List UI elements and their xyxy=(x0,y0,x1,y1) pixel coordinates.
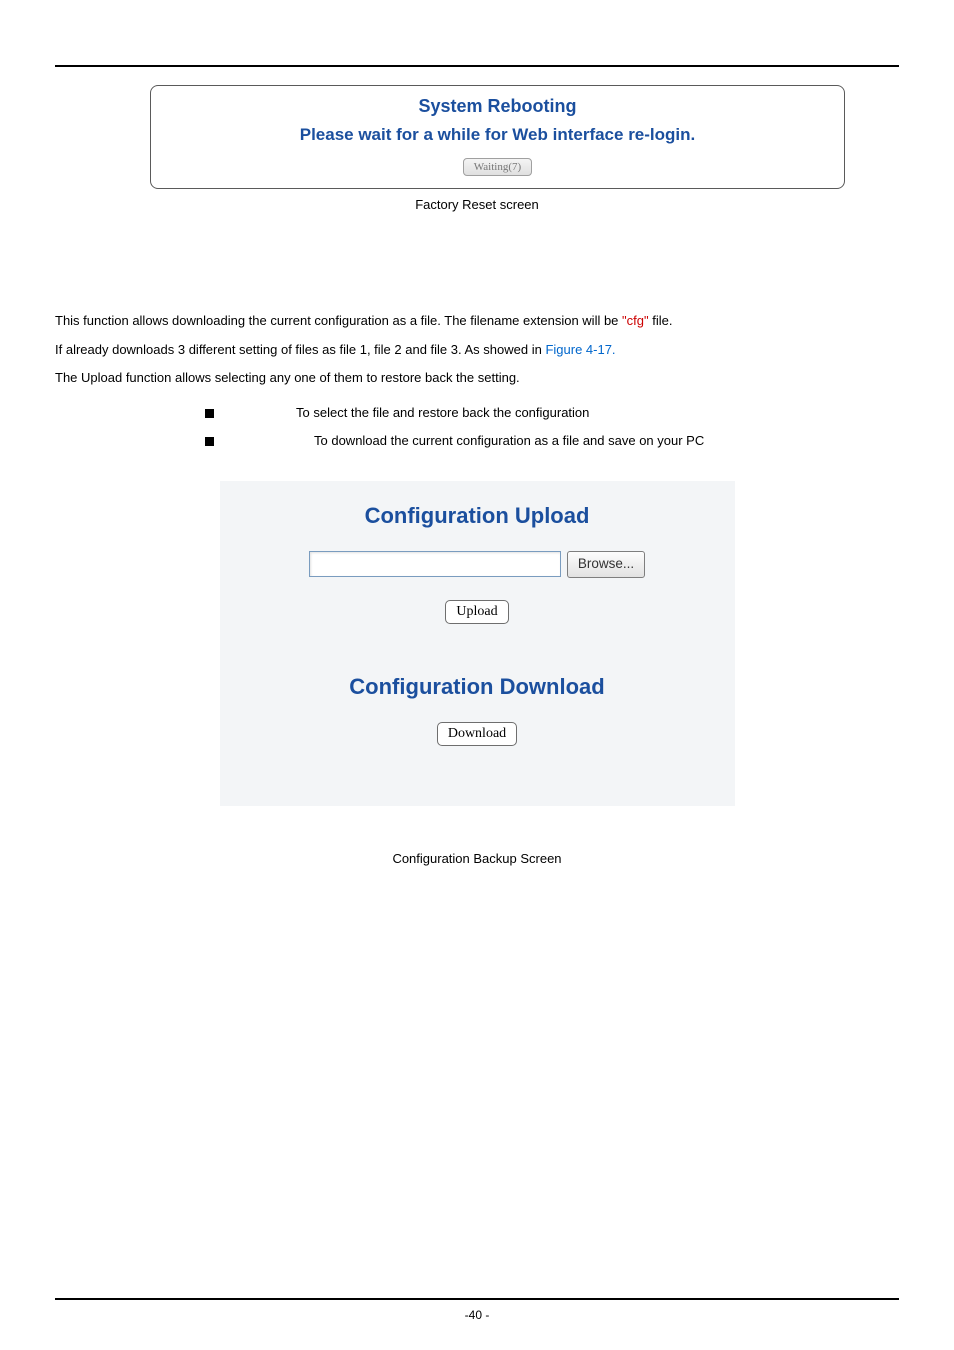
file-upload-row: Browse... xyxy=(250,551,705,578)
upload-button[interactable]: Upload xyxy=(445,600,508,624)
para-line-3: The Upload function allows selecting any… xyxy=(55,364,899,393)
body-paragraph: This function allows downloading the cur… xyxy=(55,307,899,393)
para-line1-b: file. xyxy=(649,313,673,328)
para-line1-a: This function allows downloading the cur… xyxy=(55,313,622,328)
reboot-subtitle: Please wait for a while for Web interfac… xyxy=(163,125,832,145)
bullet-2-text: To download the current configuration as… xyxy=(314,427,704,456)
para-line2-blue: Figure 4-17. xyxy=(545,342,615,357)
download-section: Configuration Download Download xyxy=(250,674,705,746)
para-line2-a: If already downloads 3 different setting… xyxy=(55,342,545,357)
caption-config-backup: Configuration Backup Screen xyxy=(55,851,899,866)
bullet-item-2: To download the current configuration as… xyxy=(205,427,899,456)
file-path-input[interactable] xyxy=(309,551,561,577)
para-line1-red: "cfg" xyxy=(622,313,649,328)
browse-button[interactable]: Browse... xyxy=(567,551,645,578)
square-bullet-icon xyxy=(205,409,214,418)
top-rule xyxy=(55,65,899,67)
footer-rule xyxy=(55,1298,899,1300)
configuration-box: Configuration Upload Browse... Upload Co… xyxy=(220,481,735,806)
para-line-1: This function allows downloading the cur… xyxy=(55,307,899,336)
bullet-item-1: To select the file and restore back the … xyxy=(205,399,899,428)
page-number: -40 - xyxy=(55,1308,899,1322)
square-bullet-icon xyxy=(205,437,214,446)
download-button[interactable]: Download xyxy=(437,722,517,746)
reboot-title: System Rebooting xyxy=(163,96,832,117)
para-line-2: If already downloads 3 different setting… xyxy=(55,336,899,365)
caption-factory-reset: Factory Reset screen xyxy=(55,197,899,212)
configuration-upload-title: Configuration Upload xyxy=(250,503,705,529)
system-rebooting-card: System Rebooting Please wait for a while… xyxy=(150,85,845,189)
bullet-list: To select the file and restore back the … xyxy=(205,399,899,456)
waiting-button: Waiting(7) xyxy=(463,158,532,176)
page-footer: -40 - xyxy=(55,1298,899,1322)
bullet-1-text: To select the file and restore back the … xyxy=(296,399,589,428)
configuration-download-title: Configuration Download xyxy=(250,674,705,700)
